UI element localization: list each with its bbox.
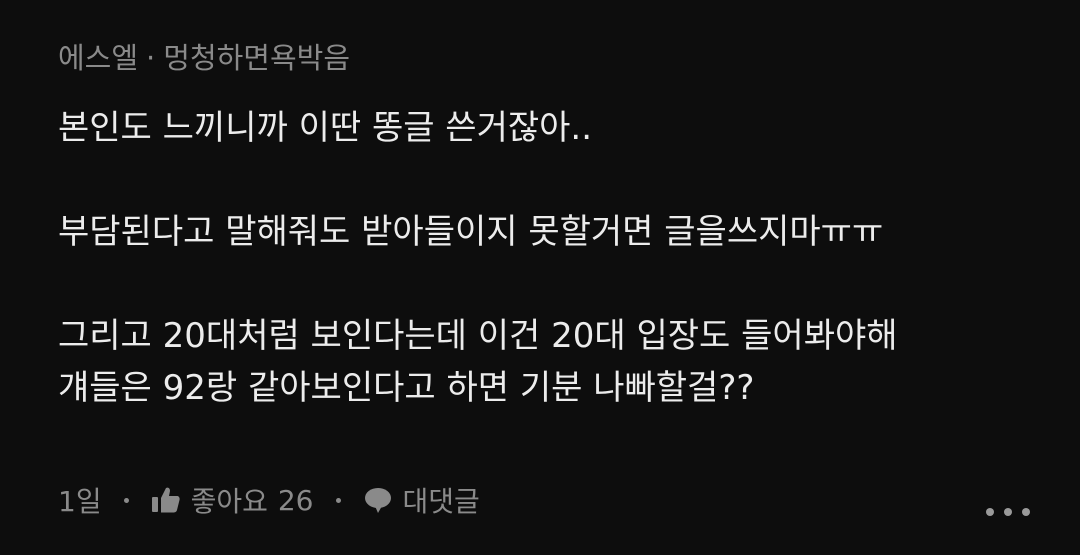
comment-header: 에스엘 · 멍청하면욕박음	[58, 40, 350, 76]
comment: 에스엘 · 멍청하면욕박음 본인도 느끼니까 이딴 똥글 쓴거잖아.. 부담된다고 …	[58, 0, 1058, 555]
like-label: 좋아요	[190, 485, 268, 518]
reply-button[interactable]: 대댓글	[363, 480, 480, 520]
comment-line: 본인도 느끼니까 이딴 똥글 쓴거잖아..	[58, 108, 593, 148]
footer-dot	[335, 497, 341, 503]
author-nickname[interactable]: 멍청하면욕박음	[163, 41, 350, 75]
like-button[interactable]: 좋아요 26	[151, 480, 314, 520]
meta-separator: ·	[146, 41, 156, 75]
comment-time: 1일	[58, 485, 102, 518]
reply-label: 대댓글	[402, 485, 480, 518]
like-count: 26	[277, 483, 314, 517]
speech-bubble-icon	[363, 486, 393, 514]
footer-dot	[123, 497, 129, 503]
comment-line: 그리고 20대처럼 보인다는데 이건 20대 입장도 들어봐야해	[58, 316, 898, 356]
more-horizontal-icon	[1004, 508, 1012, 516]
more-horizontal-icon	[1022, 508, 1030, 516]
thumbs-up-icon	[151, 486, 181, 514]
more-horizontal-icon	[986, 508, 994, 516]
more-options-button[interactable]	[986, 500, 1030, 524]
comment-body: 본인도 느끼니까 이딴 똥글 쓴거잖아.. 부담된다고 말해줘도 받아들이지 못…	[58, 102, 1038, 414]
author-name[interactable]: 에스엘	[58, 41, 138, 75]
comment-footer: 1일 좋아요 26 대댓글	[58, 478, 1038, 522]
comment-line: 부담된다고 말해줘도 받아들이지 못할거면 글을쓰지마ㅠㅠ	[58, 212, 884, 252]
comment-line: 걔들은 92랑 같아보인다고 하면 기분 나빠할걸??	[58, 368, 755, 408]
